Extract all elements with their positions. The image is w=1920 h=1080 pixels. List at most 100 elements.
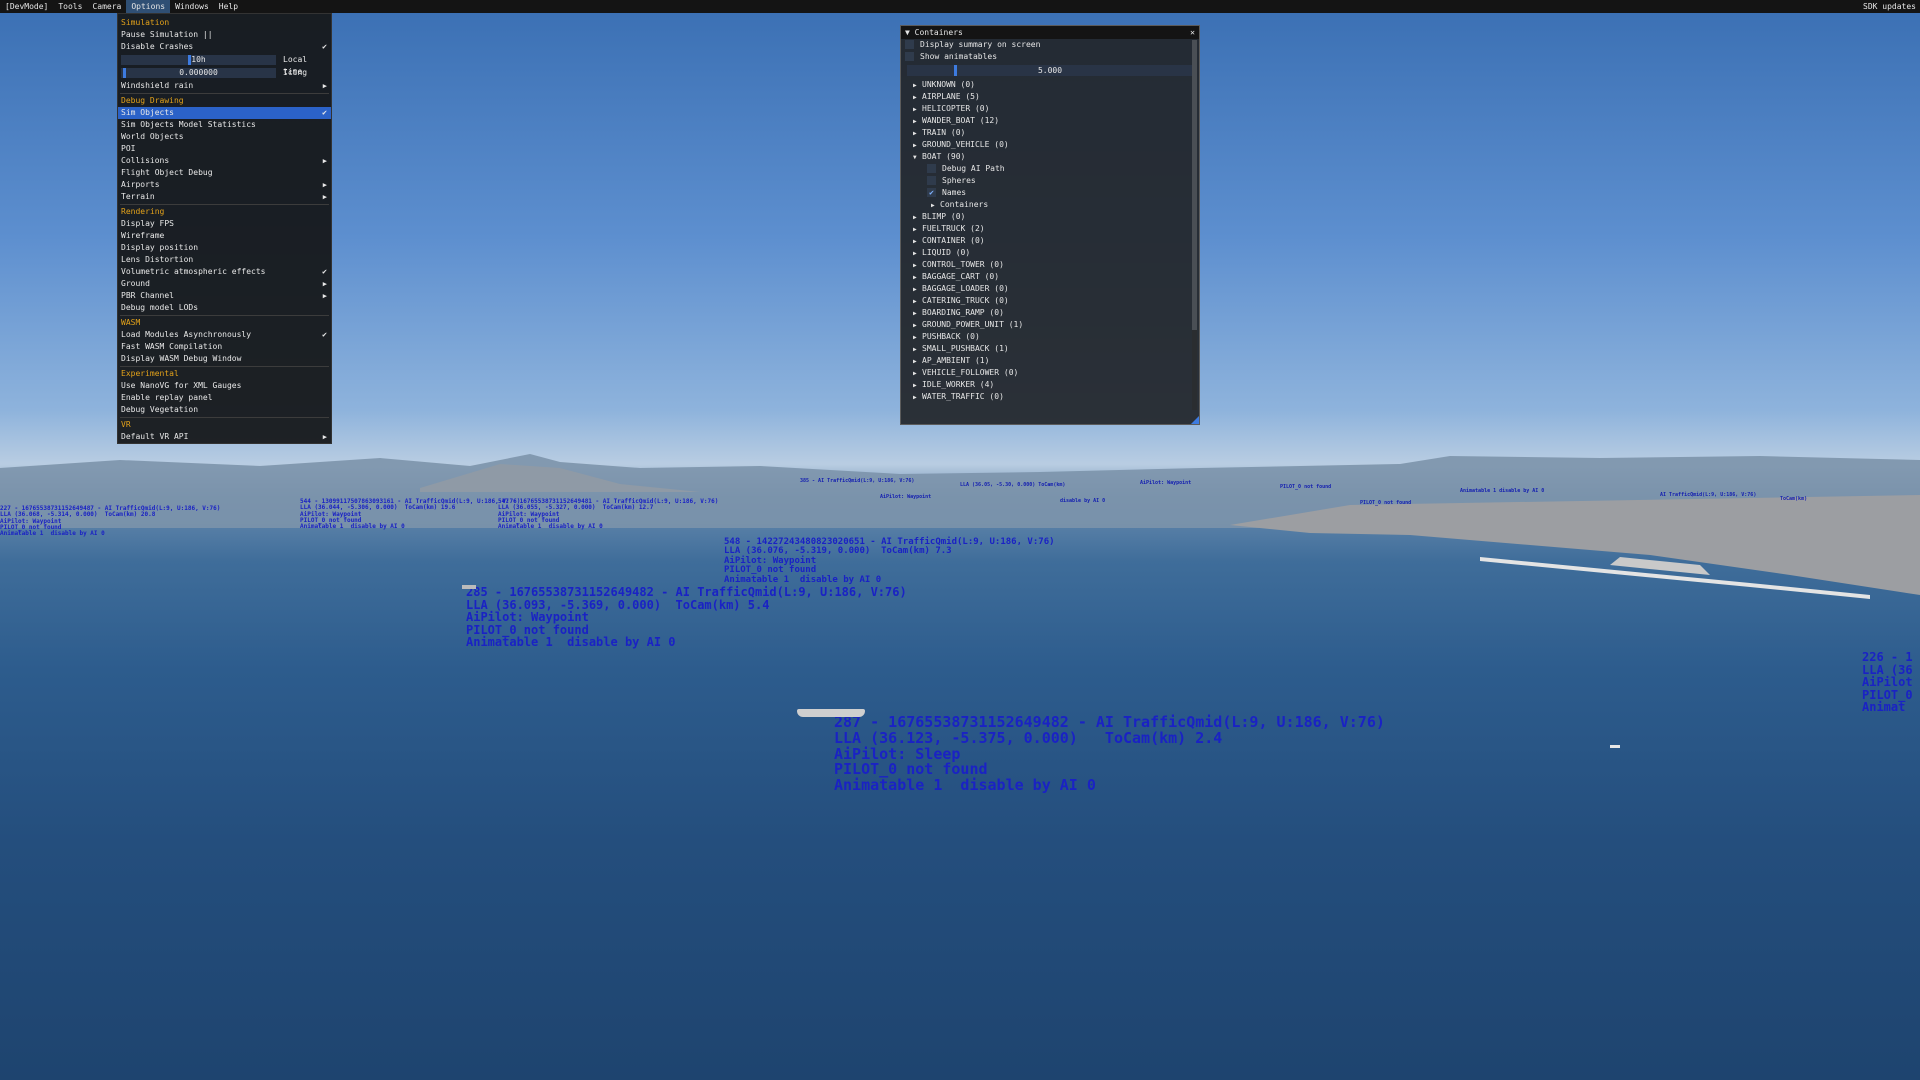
container-type-tree: ▶ UNKNOWN (0) ▶ AIRPLANE (5) ▶ HELICOPTER (… — [901, 79, 1199, 403]
menu-item-poi[interactable]: POI — [118, 143, 331, 155]
tree-node[interactable]: ▶ GROUND_POWER_UNIT (1) — [909, 319, 1199, 331]
display-summary-checkbox[interactable]: Display summary on screen — [901, 39, 1199, 51]
menu-item-model-statistics[interactable]: Sim Objects Model Statistics — [118, 119, 331, 131]
checkbox-box[interactable] — [927, 176, 936, 185]
tree-node[interactable]: ▶ UNKNOWN (0) — [909, 79, 1199, 91]
show-animatables-checkbox[interactable]: Show animatables — [901, 51, 1199, 63]
checkbox-box[interactable] — [905, 52, 914, 61]
checkbox-box[interactable] — [927, 164, 936, 173]
boat-main — [797, 709, 865, 717]
menu-item-fast-wasm[interactable]: Fast WASM Compilation — [118, 341, 331, 353]
menu-item-load-async[interactable]: Load Modules Asynchronously ✔ — [118, 329, 331, 341]
menu-item-wireframe[interactable]: Wireframe — [118, 230, 331, 242]
menu-item-pause-simulation[interactable]: Pause Simulation || — [118, 29, 331, 41]
menu-item-display-fps[interactable]: Display FPS — [118, 218, 331, 230]
scrollbar-thumb[interactable] — [1192, 40, 1197, 330]
resize-grip[interactable] — [1191, 416, 1199, 424]
local-time-slider[interactable]: 10h Local time — [118, 54, 331, 76]
tree-node[interactable]: ▶ PUSHBACK (0) — [909, 331, 1199, 343]
menu-item-nanovg[interactable]: Use NanoVG for XML Gauges — [118, 380, 331, 392]
names-checkbox[interactable]: ✔ Names — [909, 187, 1199, 199]
debug-ai-path-checkbox[interactable]: Debug AI Path — [909, 163, 1199, 175]
menu-camera[interactable]: Camera — [87, 0, 126, 13]
collapse-arrow-icon: ▼ — [913, 154, 917, 161]
menu-item-pbr-channel[interactable]: PBR Channel ▶ — [118, 290, 331, 302]
tree-node[interactable]: ▶ GROUND_VEHICLE (0) — [909, 139, 1199, 151]
tree-node[interactable]: ▶ BLIMP (0) — [909, 211, 1199, 223]
tree-node[interactable]: ▶ VEHICLE_FOLLOWER (0) — [909, 367, 1199, 379]
tree-node[interactable]: ▶ BAGGAGE_LOADER (0) — [909, 283, 1199, 295]
spheres-checkbox[interactable]: Spheres — [909, 175, 1199, 187]
ai-label-center: 548 - 14227243480823020651 - AI TrafficQ… — [724, 537, 1055, 585]
menu-devmode[interactable]: [DevMode] — [0, 0, 53, 13]
section-simulation: Simulation — [121, 18, 170, 27]
ai-label-cluster-distant: 385 - AI TrafficQmid(L:9, U:186, V:76) L… — [800, 478, 1808, 506]
menu-item-disable-crashes[interactable]: Disable Crashes ✔ — [118, 41, 331, 53]
ai-label-left-mid2: 547 - 16765538731152649481 - AI TrafficQ… — [498, 498, 719, 531]
tree-node[interactable]: ▶ TRAIN (0) — [909, 127, 1199, 139]
expand-arrow-icon: ▶ — [913, 394, 917, 401]
tree-node[interactable]: ▶ IDLE_WORKER (4) — [909, 379, 1199, 391]
tree-node-boat[interactable]: ▼ BOAT (90) — [909, 151, 1199, 163]
menu-item-collisions[interactable]: Collisions ▶ — [118, 155, 331, 167]
menu-item-world-objects[interactable]: World Objects — [118, 131, 331, 143]
icing-slider[interactable]: 0.000000 Icing — [118, 67, 331, 79]
tree-node[interactable]: ▶ WANDER_BOAT (12) — [909, 115, 1199, 127]
ai-label-main: 287 - 16765538731152649482 - AI TrafficQ… — [834, 713, 1385, 794]
menu-item-ground[interactable]: Ground ▶ — [118, 278, 331, 290]
tree-node[interactable]: ▶ CONTROL_TOWER (0) — [909, 259, 1199, 271]
tree-node[interactable]: ▶ AIRPLANE (5) — [909, 91, 1199, 103]
menu-windows[interactable]: Windows — [170, 0, 214, 13]
tree-node[interactable]: ▶ WATER_TRAFFIC (0) — [909, 391, 1199, 403]
menu-item-flight-object-debug[interactable]: Flight Object Debug — [118, 167, 331, 179]
tree-node[interactable]: ▶ AP_AMBIENT (1) — [909, 355, 1199, 367]
submenu-arrow-icon: ▶ — [322, 193, 327, 201]
menu-item-debug-model-lods[interactable]: Debug model LODs — [118, 302, 331, 314]
section-debug-drawing: Debug Drawing — [121, 96, 184, 105]
scrollbar[interactable] — [1192, 40, 1197, 410]
tree-node[interactable]: ▶ BOARDING_RAMP (0) — [909, 307, 1199, 319]
check-icon: ✔ — [322, 330, 327, 339]
menu-item-sim-objects[interactable]: Sim Objects ✔ — [118, 107, 331, 119]
collapse-icon[interactable]: ▼ — [905, 28, 910, 37]
ai-label-left-mid: 544 - 13099117507863093161 - AI TrafficQ… — [300, 498, 521, 531]
containers-slider[interactable]: 5.000 — [907, 65, 1193, 76]
tree-node[interactable]: ▶ SMALL_PUSHBACK (1) — [909, 343, 1199, 355]
sdk-updates-link[interactable]: SDK updates — [1859, 2, 1920, 11]
menu-item-wasm-debug-window[interactable]: Display WASM Debug Window — [118, 353, 331, 365]
menu-item-lens-distortion[interactable]: Lens Distortion — [118, 254, 331, 266]
menu-item-replay-panel[interactable]: Enable replay panel — [118, 392, 331, 404]
menu-item-debug-vegetation[interactable]: Debug Vegetation — [118, 404, 331, 416]
tree-node[interactable]: ▶ BAGGAGE_CART (0) — [909, 271, 1199, 283]
containers-window: ▼ Containers ✕ Display summary on screen… — [900, 25, 1200, 425]
menu-item-display-position[interactable]: Display position — [118, 242, 331, 254]
local-time-value: 10h — [191, 55, 206, 64]
tree-node[interactable]: ▶ HELICOPTER (0) — [909, 103, 1199, 115]
tree-node-boat-containers[interactable]: ▶ Containers — [909, 199, 1199, 211]
icing-value: 0.000000 — [179, 68, 218, 77]
tree-node[interactable]: ▶ CATERING_TRUCK (0) — [909, 295, 1199, 307]
menu-tools[interactable]: Tools — [53, 0, 87, 13]
window-title-bar[interactable]: ▼ Containers ✕ — [901, 26, 1199, 39]
check-icon[interactable]: ✔ — [927, 188, 936, 197]
menu-item-volumetric-effects[interactable]: Volumetric atmospheric effects ✔ — [118, 266, 331, 278]
divider — [120, 204, 329, 205]
menu-item-windshield-rain[interactable]: Windshield rain ▶ — [118, 80, 331, 92]
checkbox-box[interactable] — [905, 40, 914, 49]
slider-grab-handle[interactable] — [954, 65, 957, 76]
submenu-arrow-icon: ▶ — [322, 157, 327, 165]
menu-help[interactable]: Help — [214, 0, 243, 13]
menu-item-default-vr-api[interactable]: Default VR API ▶ — [118, 431, 331, 443]
menu-bar: [DevMode] Tools Camera Options Windows H… — [0, 0, 1920, 13]
menu-item-airports[interactable]: Airports ▶ — [118, 179, 331, 191]
close-icon[interactable]: ✕ — [1190, 26, 1195, 39]
divider — [120, 315, 329, 316]
tree-node[interactable]: ▶ FUELTRUCK (2) — [909, 223, 1199, 235]
menu-item-terrain[interactable]: Terrain ▶ — [118, 191, 331, 203]
tree-node[interactable]: ▶ LIQUID (0) — [909, 247, 1199, 259]
boat-tiny — [1610, 745, 1620, 748]
tree-node[interactable]: ▶ CONTAINER (0) — [909, 235, 1199, 247]
submenu-arrow-icon: ▶ — [322, 433, 327, 441]
menu-options[interactable]: Options — [126, 0, 171, 13]
section-rendering: Rendering — [121, 207, 165, 216]
